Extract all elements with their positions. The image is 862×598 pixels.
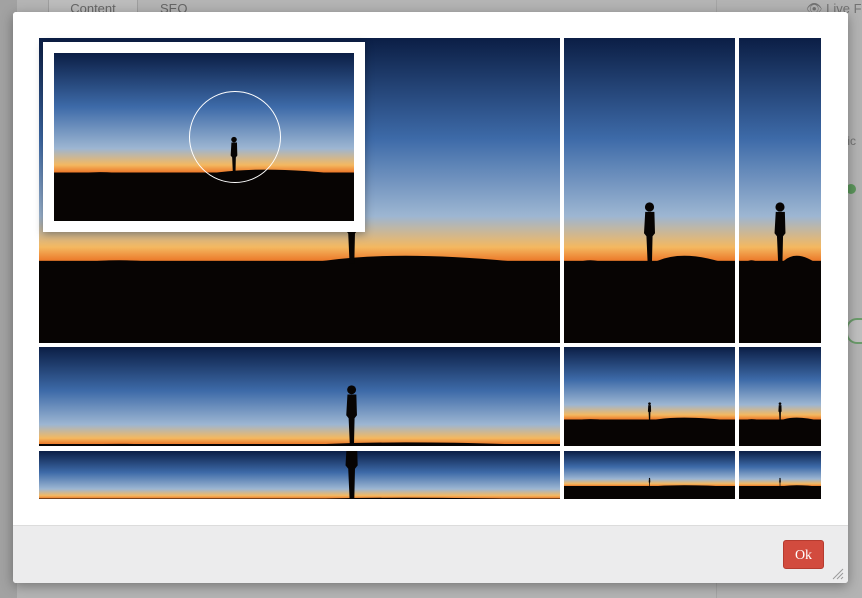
preview-square-small (739, 347, 821, 446)
preview-panorama-wide (39, 347, 560, 446)
crop-preview-area (13, 12, 848, 525)
preview-banner-small (564, 451, 735, 499)
ok-button[interactable]: Ok (783, 540, 824, 569)
preview-tall-narrow (739, 38, 821, 343)
focal-point-circle[interactable] (189, 91, 281, 183)
focal-point-editor (43, 42, 365, 232)
preview-portrait (564, 38, 735, 343)
dialog-footer: Ok (13, 525, 848, 583)
focal-point-dialog: Ok (13, 12, 848, 583)
resize-grip-icon[interactable] (832, 568, 844, 580)
preview-banner-wide (39, 451, 560, 499)
preview-banner-tiny (739, 451, 821, 499)
preview-landscape-small (564, 347, 735, 446)
